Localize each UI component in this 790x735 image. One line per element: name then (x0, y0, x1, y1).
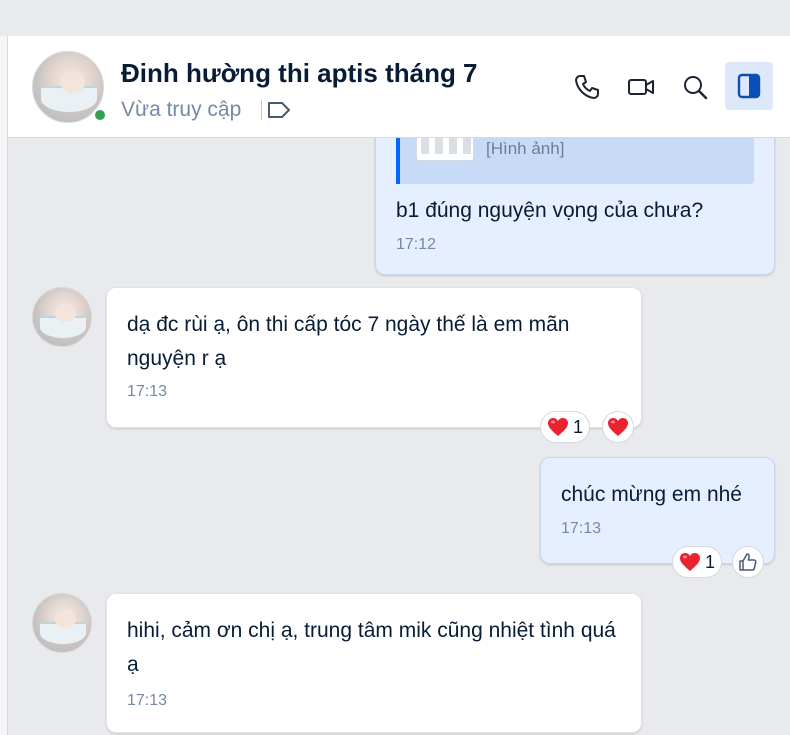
message-time: 17:13 (127, 383, 168, 400)
message-bubble-incoming[interactable]: hihi, cảm ơn chị ạ, trung tâm mik cũng n… (106, 593, 642, 733)
reaction-summary[interactable]: 1 (540, 411, 591, 443)
status-divider (261, 100, 262, 120)
heart-icon (548, 418, 568, 436)
message-text: b1 đúng nguyện vọng của chưa? (396, 199, 704, 222)
video-call-icon (628, 79, 654, 95)
message-bubble-outgoing[interactable]: [Hình ảnh] b1 đúng nguyện vọng của chưa?… (375, 138, 775, 275)
chat-window: Đinh hường thi aptis tháng 7 Vừa truy cậ… (0, 0, 790, 735)
message-text: hihi, cảm ơn chị ạ, trung tâm mik cũng n… (127, 619, 616, 676)
heart-icon (680, 553, 700, 571)
contact-name[interactable]: Đinh hường thi aptis tháng 7 (121, 58, 478, 89)
thumbs-up-icon (739, 553, 757, 571)
search-icon (684, 76, 708, 100)
side-panel-toggle[interactable] (725, 62, 773, 110)
last-seen-status: Vừa truy cập (121, 98, 242, 121)
online-status-dot (93, 108, 107, 122)
sender-avatar[interactable] (32, 593, 92, 653)
message-time: 17:13 (561, 520, 602, 537)
react-heart-button[interactable] (602, 411, 634, 443)
heart-icon (608, 418, 628, 436)
sender-avatar[interactable] (32, 287, 92, 347)
react-like-button[interactable] (732, 546, 764, 578)
search-button[interactable] (676, 68, 714, 106)
message-time: 17:12 (396, 236, 437, 253)
message-text: dạ đc rùi ạ, ôn thi cấp tóc 7 ngày thế l… (127, 313, 570, 370)
quoted-image-thumbnail (416, 138, 474, 161)
message-bubble-incoming[interactable]: dạ đc rùi ạ, ôn thi cấp tóc 7 ngày thế l… (106, 287, 642, 428)
left-panel-edge (0, 36, 8, 735)
message-text: chúc mừng em nhé (561, 483, 742, 506)
quoted-image-reply[interactable]: [Hình ảnh] (396, 138, 754, 184)
avatar-image-cat (55, 610, 76, 628)
video-call-button[interactable] (622, 68, 660, 106)
avatar-image-cat (55, 304, 76, 322)
message-list[interactable]: [Hình ảnh] b1 đúng nguyện vọng của chưa?… (8, 138, 790, 735)
reaction-count: 1 (705, 551, 716, 572)
message-time: 17:13 (127, 692, 168, 709)
avatar-image-cat (59, 71, 85, 93)
phone-icon (575, 75, 599, 99)
side-panel-icon (737, 73, 761, 99)
call-button[interactable] (568, 68, 606, 106)
reaction-summary[interactable]: 1 (672, 546, 723, 578)
tag-icon[interactable] (266, 99, 292, 121)
reaction-count: 1 (573, 416, 584, 437)
chat-header: Đinh hường thi aptis tháng 7 Vừa truy cậ… (8, 36, 790, 138)
quoted-image-label: [Hình ảnh] (486, 139, 565, 158)
